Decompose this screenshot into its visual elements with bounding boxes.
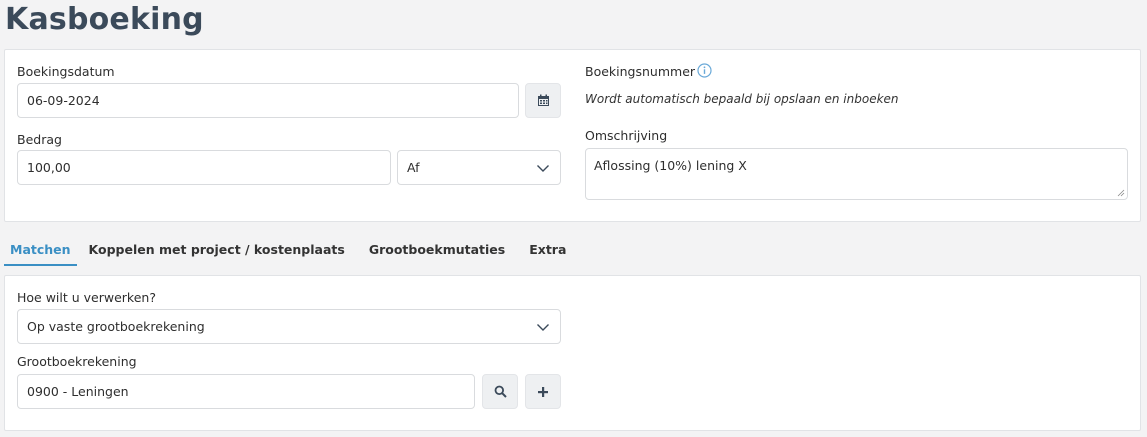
tab-extra[interactable]: Extra (517, 234, 578, 266)
verwerken-select[interactable]: Op vaste grootboekrekening (17, 309, 561, 344)
tab-grootboekmutaties[interactable]: Grootboekmutaties (357, 234, 517, 266)
direction-select[interactable]: Af (397, 150, 561, 185)
omschrijving-label: Omschrijving (585, 128, 668, 143)
tab-koppelen[interactable]: Koppelen met project / kostenplaats (77, 234, 357, 266)
page-title: Kasboeking (5, 2, 204, 37)
bedrag-label: Bedrag (17, 132, 62, 147)
chevron-down-icon (537, 323, 549, 331)
boekingsdatum-label: Boekingsdatum (17, 64, 115, 79)
bedrag-input[interactable]: 100,00 (17, 150, 391, 185)
boekingsdatum-input[interactable]: 06-09-2024 (17, 83, 519, 118)
calendar-button[interactable] (525, 83, 561, 118)
search-icon (494, 385, 507, 398)
booking-details-card: Boekingsdatum 06-09-2024 Bedrag 100,00 A… (4, 49, 1141, 222)
resize-handle-icon[interactable] (1117, 189, 1125, 197)
verwerken-label: Hoe wilt u verwerken? (17, 290, 156, 305)
matchen-card: Hoe wilt u verwerken? Op vaste grootboek… (4, 275, 1141, 431)
plus-icon (538, 386, 548, 397)
tab-matchen[interactable]: Matchen (4, 234, 77, 266)
grootboekrekening-input[interactable]: 0900 - Leningen (17, 374, 475, 409)
omschrijving-textarea[interactable]: Aflossing (10%) lening X (585, 148, 1128, 200)
calendar-icon (537, 94, 549, 106)
info-icon[interactable] (697, 63, 712, 78)
add-grootboekrekening-button[interactable] (525, 374, 561, 409)
verwerken-select-value: Op vaste grootboekrekening (27, 319, 205, 334)
direction-select-value: Af (407, 160, 420, 175)
tab-bar: Matchen Koppelen met project / kostenpla… (4, 234, 578, 266)
search-button[interactable] (482, 374, 518, 409)
boekingsnummer-info: Wordt automatisch bepaald bij opslaan en… (585, 92, 899, 106)
grootboekrekening-label: Grootboekrekening (17, 354, 137, 369)
omschrijving-value: Aflossing (10%) lening X (594, 158, 747, 173)
chevron-down-icon (537, 164, 549, 172)
boekingsnummer-label: Boekingsnummer (585, 64, 696, 79)
